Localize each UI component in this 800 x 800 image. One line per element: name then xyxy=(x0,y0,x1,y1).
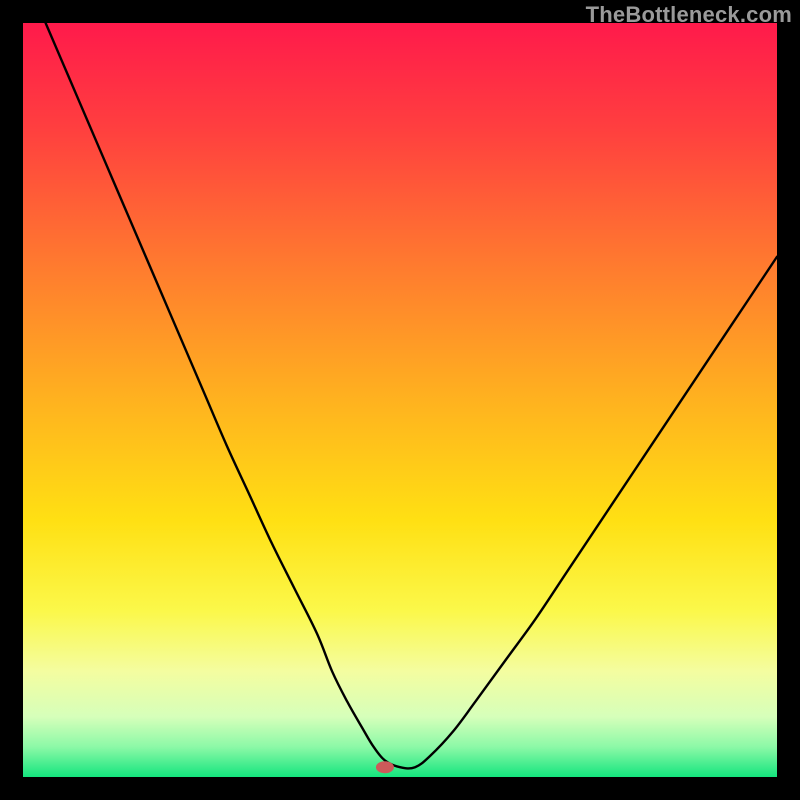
plot-area xyxy=(23,23,777,777)
chart-frame: TheBottleneck.com xyxy=(0,0,800,800)
optimum-marker xyxy=(376,761,394,773)
bottleneck-curve xyxy=(46,23,777,768)
curve-svg xyxy=(23,23,777,777)
watermark-text: TheBottleneck.com xyxy=(586,2,792,28)
